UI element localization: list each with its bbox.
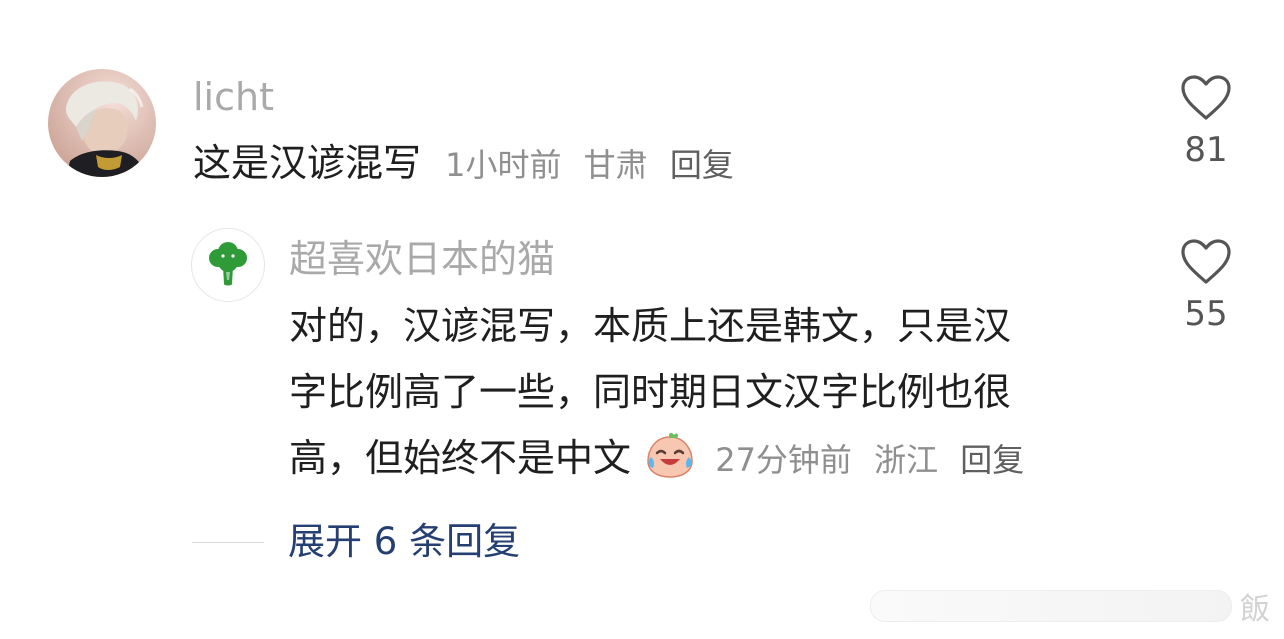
like-button[interactable]: 81 [1166,74,1246,170]
reply-text-line: 高，但始终不是中文 [289,436,632,480]
reply-meta: 27分钟前 浙江 回复 [715,441,1024,479]
like-count: 81 [1184,130,1228,170]
comment-location: 甘肃 [583,146,648,184]
reply-body: 对的，汉谚混写，本质上还是韩文，只是汉 字比例高了一些，同时期日文汉字比例也很 … [289,293,1024,499]
reply-reply-button[interactable]: 回复 [960,441,1024,479]
reply-text-line: 对的，汉谚混写，本质上还是韩文，只是汉 [289,304,1012,348]
watermark-bar [870,590,1232,622]
reply-username[interactable]: 超喜欢日本的猫 [289,237,555,281]
reply-location: 浙江 [874,441,939,479]
comment-body: 这是汉谚混写 1小时前 甘肃 回复 [193,130,734,198]
comment-meta: 1小时前 甘肃 回复 [445,146,734,184]
user-avatar-image [48,69,156,177]
laughing-crying-emoji [645,431,695,499]
comment-text: 这是汉谚混写 [193,141,422,185]
watermark-text: 飯 [1240,592,1270,627]
expand-replies-button[interactable]: 展开 6 条回复 [192,518,520,566]
heart-outline-icon [1181,239,1231,284]
broccoli-icon [209,242,247,286]
reply-like-count: 55 [1184,294,1228,334]
reply-text-line: 字比例高了一些，同时期日文汉字比例也很 [289,370,1012,414]
reply-time: 27分钟前 [715,441,852,479]
heart-outline-icon [1181,75,1231,120]
reply-like-button[interactable]: 55 [1166,238,1246,334]
watermark: 飯 [870,588,1270,627]
user-avatar[interactable] [48,69,156,177]
reply-text-last-line: 高，但始终不是中文 27分钟前 浙江 回复 [289,425,1024,499]
laughing-crying-peach-emoji [647,432,693,478]
comment-username[interactable]: licht [193,75,274,119]
expand-divider [192,541,264,543]
expand-replies-label: 展开 6 条回复 [288,520,521,563]
comment-time: 1小时前 [445,146,562,184]
reply-button[interactable]: 回复 [670,146,734,184]
reply-user-avatar[interactable] [191,228,265,302]
